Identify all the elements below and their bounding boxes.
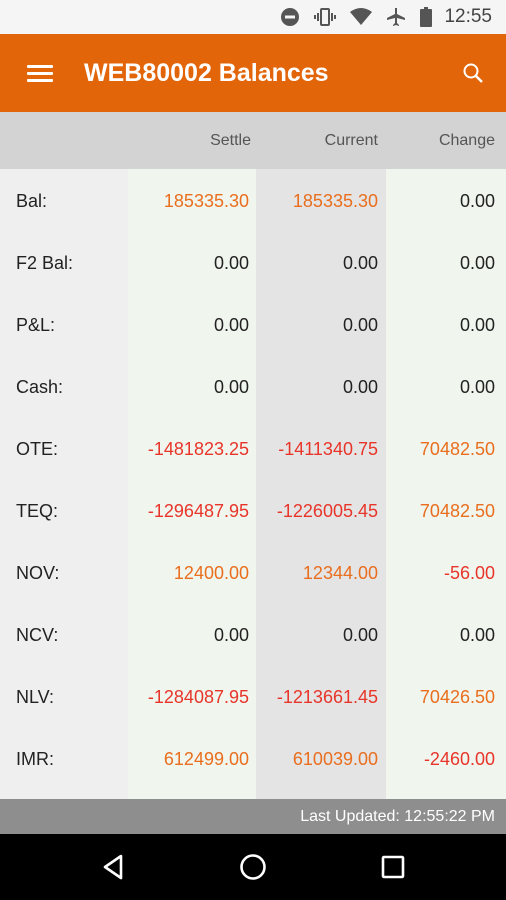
dnd-icon bbox=[280, 7, 300, 27]
row-label: NLV: bbox=[16, 687, 55, 707]
home-icon[interactable] bbox=[213, 834, 293, 900]
change-value: -56.00 bbox=[443, 563, 495, 583]
change-value: 0.00 bbox=[459, 315, 495, 335]
table-row: NLV: -1284087.95 -1213661.45 70426.50 bbox=[0, 665, 506, 727]
page-title: WEB80002 Balances bbox=[84, 58, 329, 87]
current-value: 185335.30 bbox=[292, 191, 378, 211]
table-row: Bal: 185335.30 185335.30 0.00 bbox=[0, 169, 506, 231]
table-row: OTE: -1481823.25 -1411340.75 70482.50 bbox=[0, 417, 506, 479]
settle-value: 12400.00 bbox=[173, 563, 249, 583]
balances-table: Bal: 185335.30 185335.30 0.00 F2 Bal: 0.00 0.0… bbox=[0, 169, 506, 789]
current-value: 0.00 bbox=[342, 315, 378, 335]
current-value: 0.00 bbox=[342, 253, 378, 273]
change-value: 0.00 bbox=[459, 377, 495, 397]
header-settle: Settle bbox=[210, 132, 251, 149]
column-header: Settle Current Change bbox=[0, 112, 506, 169]
row-label: NOV: bbox=[16, 563, 60, 583]
settle-value: 185335.30 bbox=[163, 191, 249, 211]
hamburger-menu-icon[interactable] bbox=[0, 34, 80, 112]
recents-icon[interactable] bbox=[353, 834, 433, 900]
row-label: NCV: bbox=[16, 625, 59, 645]
change-value: 70426.50 bbox=[419, 687, 495, 707]
table-row: TEQ: -1296487.95 -1226005.45 70482.50 bbox=[0, 479, 506, 541]
search-icon[interactable] bbox=[440, 34, 506, 112]
settle-value: 0.00 bbox=[213, 253, 249, 273]
settle-value: -1296487.95 bbox=[147, 501, 249, 521]
row-label: IMR: bbox=[16, 749, 54, 769]
change-value: 70482.50 bbox=[419, 501, 495, 521]
table-row: P&L: 0.00 0.00 0.00 bbox=[0, 293, 506, 355]
current-value: -1213661.45 bbox=[276, 687, 378, 707]
table-row: IMR: 612499.00 610039.00 -2460.00 bbox=[0, 727, 506, 789]
row-label: TEQ: bbox=[16, 501, 59, 521]
current-value: 610039.00 bbox=[292, 749, 378, 769]
current-value: 0.00 bbox=[342, 377, 378, 397]
last-updated-text: Last Updated: 12:55:22 PM bbox=[300, 807, 495, 825]
current-value: 12344.00 bbox=[302, 563, 378, 583]
status-bar: 12:55 bbox=[0, 0, 506, 34]
settle-value: -1481823.25 bbox=[147, 439, 249, 459]
settle-value: 0.00 bbox=[213, 377, 249, 397]
navigation-bar bbox=[0, 834, 506, 900]
change-value: 70482.50 bbox=[419, 439, 495, 459]
change-value: 0.00 bbox=[459, 191, 495, 211]
table-row: NOV: 12400.00 12344.00 -56.00 bbox=[0, 541, 506, 603]
header-current: Current bbox=[324, 132, 378, 149]
battery-icon bbox=[420, 7, 433, 27]
row-label: F2 Bal: bbox=[16, 253, 74, 273]
back-icon[interactable] bbox=[73, 834, 153, 900]
table-row: Cash: 0.00 0.00 0.00 bbox=[0, 355, 506, 417]
change-value: -2460.00 bbox=[423, 749, 495, 769]
footer-bar: Last Updated: 12:55:22 PM bbox=[0, 799, 506, 834]
app-bar: WEB80002 Balances bbox=[0, 34, 506, 112]
settle-value: 0.00 bbox=[213, 315, 249, 335]
vibrate-icon bbox=[314, 7, 337, 27]
airplane-icon bbox=[386, 7, 406, 27]
row-label: Cash: bbox=[16, 377, 64, 397]
status-time: 12:55 bbox=[444, 6, 492, 27]
current-value: 0.00 bbox=[342, 625, 378, 645]
change-value: 0.00 bbox=[459, 253, 495, 273]
change-value: 0.00 bbox=[459, 625, 495, 645]
settle-value: 0.00 bbox=[213, 625, 249, 645]
table-row: NCV: 0.00 0.00 0.00 bbox=[0, 603, 506, 665]
current-value: -1226005.45 bbox=[276, 501, 378, 521]
row-label: P&L: bbox=[16, 315, 56, 335]
settle-value: 612499.00 bbox=[163, 749, 249, 769]
wifi-icon bbox=[350, 8, 373, 26]
settle-value: -1284087.95 bbox=[147, 687, 249, 707]
row-label: Bal: bbox=[16, 191, 48, 211]
table-row: F2 Bal: 0.00 0.00 0.00 bbox=[0, 231, 506, 293]
row-label: OTE: bbox=[16, 439, 59, 459]
current-value: -1411340.75 bbox=[278, 439, 378, 459]
header-change: Change bbox=[438, 132, 495, 149]
